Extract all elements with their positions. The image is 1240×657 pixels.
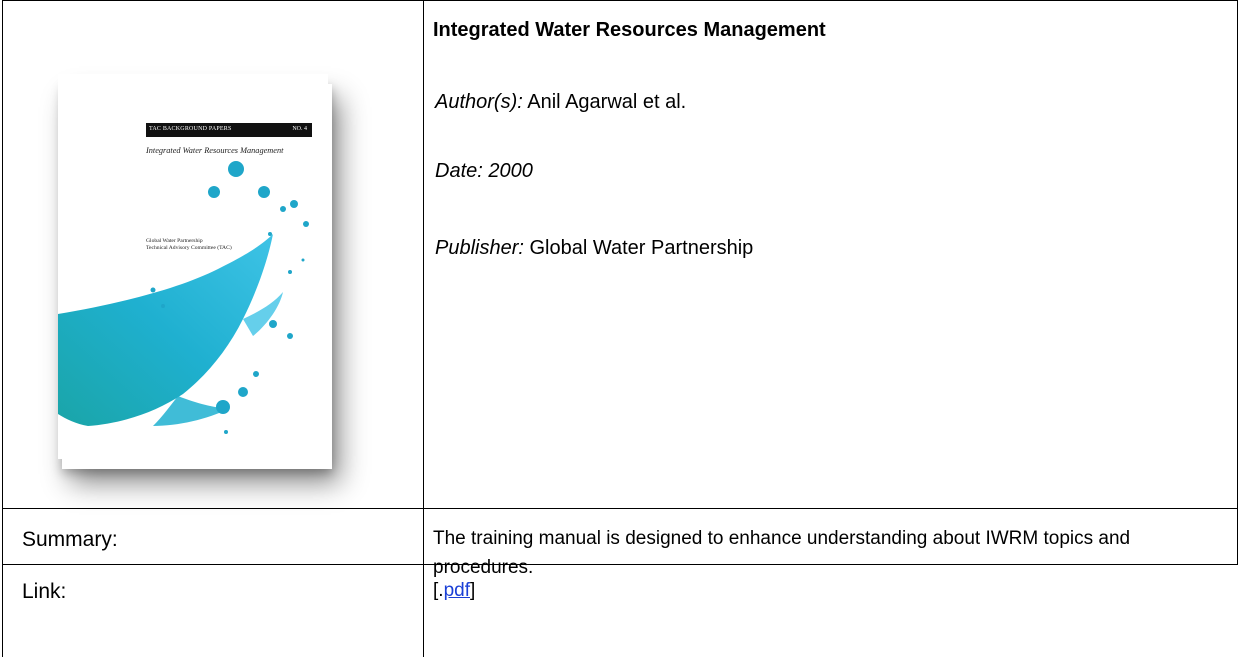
date-line: Date: 2000 [435, 160, 533, 182]
author-line: Author(s): Anil Agarwal et al. [435, 91, 686, 114]
document-table: TAC BACKGROUND PAPERS NO. 4 Integrated W… [0, 0, 1240, 657]
publisher-label: Publisher: [435, 237, 524, 259]
link-suffix: ] [469, 580, 476, 601]
pdf-link[interactable]: pdf [444, 580, 470, 601]
summary-text: The training manual is designed to enhan… [433, 528, 1131, 578]
author-value: Anil Agarwal et al. [527, 91, 687, 113]
document-title: Integrated Water Resources Management [433, 19, 826, 41]
book-cover-image: TAC BACKGROUND PAPERS NO. 4 Integrated W… [58, 74, 332, 469]
table-border-right [1237, 0, 1238, 564]
table-border-left [2, 0, 3, 657]
publisher-value: Global Water Partnership [529, 237, 754, 259]
table-border-top [2, 0, 1238, 1]
link-label: Link: [22, 580, 67, 603]
water-splash-illustration [58, 161, 309, 434]
link-prefix: [. [433, 580, 444, 601]
author-label: Author(s): [435, 91, 523, 113]
table-border-middle [423, 0, 424, 657]
table-row-divider-1 [2, 508, 1238, 509]
publisher-line: Publisher: Global Water Partnership [435, 237, 753, 260]
link-cell: [.pdf] [433, 580, 475, 602]
cover-page: TAC BACKGROUND PAPERS NO. 4 Integrated W… [58, 74, 328, 459]
summary-label: Summary: [22, 528, 118, 551]
